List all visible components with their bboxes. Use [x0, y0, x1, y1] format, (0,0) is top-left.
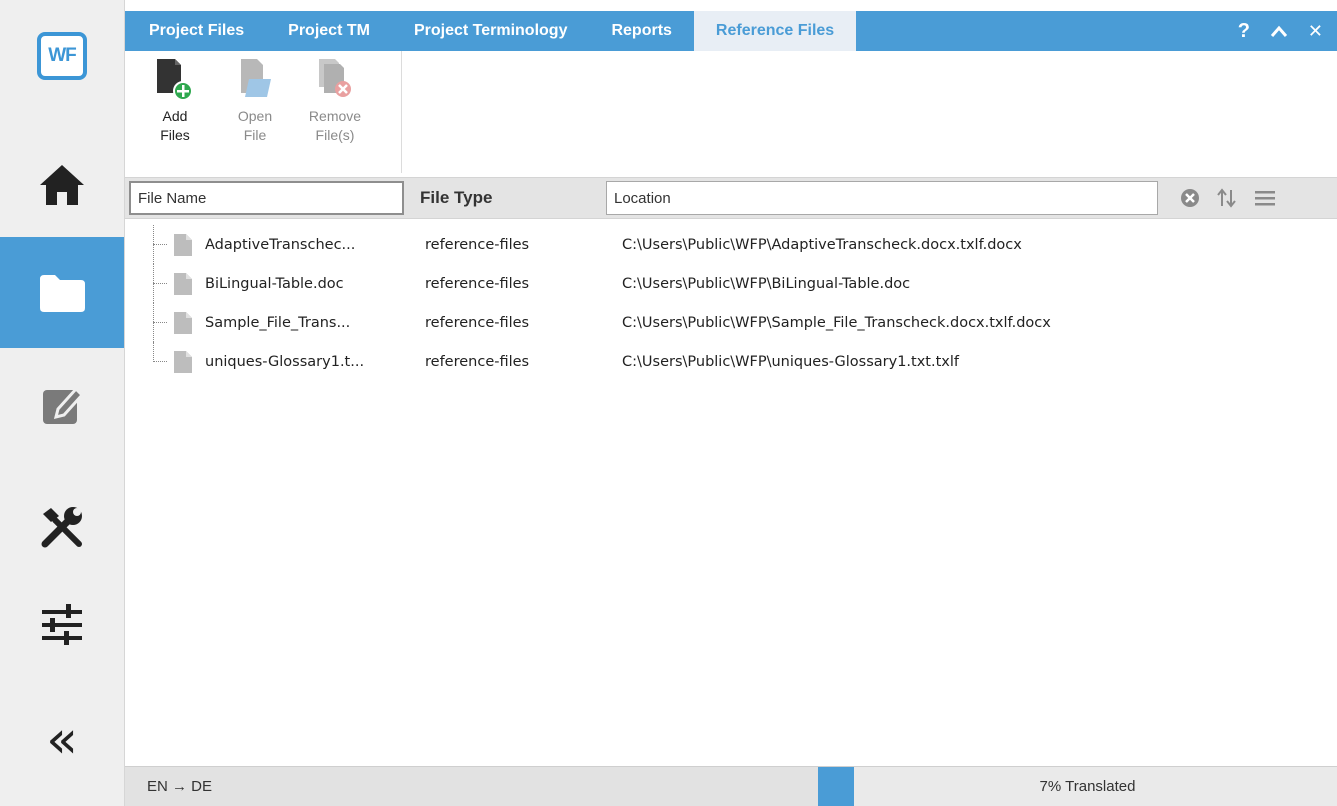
location-cell: C:\Users\Public\WFP\AdaptiveTranscheck.d… [622, 236, 1022, 253]
tab-project-tm[interactable]: Project TM [266, 11, 392, 51]
location-cell: C:\Users\Public\WFP\BiLingual-Table.doc [622, 275, 911, 292]
file-name-cell: AdaptiveTranschec... [205, 236, 356, 253]
folder-icon [40, 274, 85, 312]
status-bar: EN → DE 7% Translated [125, 766, 1337, 806]
reference-file-list: AdaptiveTranschec... reference-files C:\… [125, 221, 1337, 766]
open-file-button[interactable]: Open File [215, 51, 295, 173]
app-logo: WF [0, 22, 124, 90]
document-icon [174, 234, 192, 256]
ribbon-group-files: Add Files Open File Remove File(s) [125, 51, 402, 173]
minimize-button[interactable] [1260, 11, 1298, 51]
file-name-cell: Sample_File_Trans... [205, 314, 351, 331]
add-files-button[interactable]: Add Files [135, 51, 215, 173]
location-cell: C:\Users\Public\WFP\uniques-Glossary1.tx… [622, 353, 959, 370]
left-sidebar: WF « [0, 0, 125, 806]
location-cell: C:\Users\Public\WFP\Sample_File_Transche… [622, 314, 1051, 331]
file-type-cell: reference-files [425, 314, 530, 331]
tools-icon [41, 507, 82, 548]
column-header-row: File Name File Type Location [125, 177, 1337, 219]
open-file-label-1: Open [237, 108, 273, 124]
remove-files-label-1: Remove [308, 108, 362, 124]
tab-reports[interactable]: Reports [589, 11, 693, 51]
collapse-icon: « [46, 710, 78, 770]
sort-icon[interactable] [1216, 188, 1238, 208]
language-pair: EN → DE [147, 778, 213, 795]
help-button[interactable]: ? [1228, 11, 1260, 51]
remove-files-button[interactable]: Remove File(s) [295, 51, 375, 173]
close-button[interactable]: ✕ [1298, 11, 1337, 51]
app-window: WF « Project Files Project TM Project Te… [0, 0, 1337, 806]
add-files-label-2: Files [160, 127, 190, 143]
file-type-cell: reference-files [425, 353, 530, 370]
sidebar-item-settings[interactable] [0, 580, 124, 670]
location-filter-input[interactable]: Location [606, 181, 1158, 215]
clear-filter-icon[interactable] [1180, 188, 1200, 208]
home-icon [40, 165, 84, 205]
tab-project-files[interactable]: Project Files [125, 11, 266, 51]
add-files-label-1: Add [162, 108, 188, 124]
remove-files-label-2: File(s) [315, 127, 355, 143]
sidebar-item-editor[interactable] [0, 365, 124, 445]
tab-reference-files[interactable]: Reference Files [693, 11, 857, 51]
file-type-cell: reference-files [425, 236, 530, 253]
file-type-cell: reference-files [425, 275, 530, 292]
tab-project-terminology[interactable]: Project Terminology [392, 11, 590, 51]
file-name-cell: BiLingual-Table.doc [205, 275, 344, 292]
logo-icon: WF [37, 32, 87, 80]
open-file-label-2: File [243, 127, 267, 143]
edit-icon [43, 386, 84, 424]
menu-icon[interactable] [1254, 189, 1276, 207]
sidebar-item-files[interactable] [0, 237, 124, 348]
file-type-column-header[interactable]: File Type [420, 178, 492, 218]
document-icon [174, 351, 192, 373]
document-icon [174, 312, 192, 334]
table-row[interactable]: Sample_File_Trans... reference-files C:\… [125, 303, 1337, 342]
translation-progress: 7% Translated [818, 767, 1337, 806]
sidebar-item-tools[interactable] [0, 482, 124, 572]
file-name-cell: uniques-Glossary1.t... [205, 353, 365, 370]
column-tools [1180, 178, 1276, 218]
file-name-filter-input[interactable]: File Name [129, 181, 404, 215]
remove-files-icon [319, 59, 351, 97]
open-file-icon [241, 59, 271, 97]
add-file-icon [157, 59, 193, 101]
sliders-icon [42, 604, 82, 645]
table-row[interactable]: AdaptiveTranschec... reference-files C:\… [125, 225, 1337, 264]
table-row[interactable]: uniques-Glossary1.t... reference-files C… [125, 342, 1337, 381]
chevron-up-icon [1270, 25, 1288, 37]
table-row[interactable]: BiLingual-Table.doc reference-files C:\U… [125, 264, 1337, 303]
ribbon-toolbar: Add Files Open File Remove File(s) [125, 51, 1337, 177]
tab-bar: Project Files Project TM Project Termino… [125, 11, 1337, 51]
sidebar-item-home[interactable] [0, 140, 124, 230]
document-icon [174, 273, 192, 295]
sidebar-collapse[interactable]: « [0, 700, 124, 780]
translation-progress-text: 7% Translated [1039, 778, 1136, 795]
